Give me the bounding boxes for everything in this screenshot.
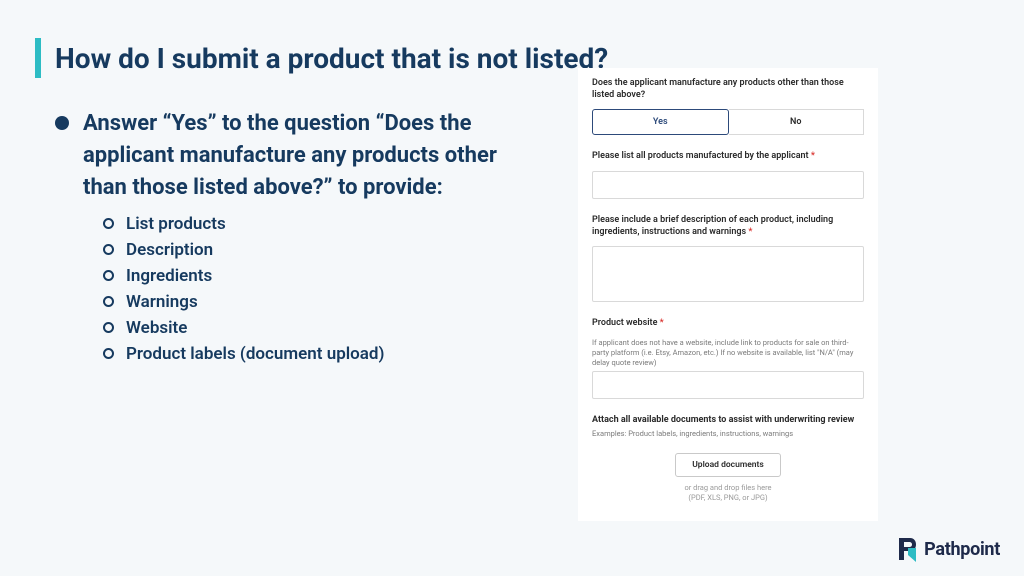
question-label: Does the applicant manufacture any produ… <box>592 78 864 101</box>
content-left: Answer “Yes” to the question “Does the a… <box>55 108 525 370</box>
yes-no-group: Yes No <box>592 109 864 135</box>
sub-item-label: Description <box>126 240 213 260</box>
list-item: Website <box>103 318 525 338</box>
page-title: How do I submit a product that is not li… <box>55 42 608 75</box>
pathpoint-icon <box>896 536 918 562</box>
website-input[interactable] <box>592 371 864 399</box>
bullet-circle-icon <box>103 348 114 359</box>
question-label: Please include a brief description of ea… <box>592 215 864 238</box>
list-item: Ingredients <box>103 266 525 286</box>
helper-text: If applicant does not have a website, in… <box>592 338 864 367</box>
yes-button[interactable]: Yes <box>592 109 729 135</box>
sub-item-label: Warnings <box>126 292 198 312</box>
brand-name: Pathpoint <box>924 539 1000 560</box>
list-item: Description <box>103 240 525 260</box>
main-bullet: Answer “Yes” to the question “Does the a… <box>55 108 525 204</box>
sub-item-label: List products <box>126 214 226 234</box>
brand-logo: Pathpoint <box>896 536 1000 562</box>
upload-button[interactable]: Upload documents <box>675 453 781 477</box>
main-bullet-text: Answer “Yes” to the question “Does the a… <box>83 108 525 204</box>
bullet-circle-icon <box>103 218 114 229</box>
attach-examples: Examples: Product labels, ingredients, i… <box>592 429 864 439</box>
bullet-circle-icon <box>103 270 114 281</box>
sub-bullet-list: List products Description Ingredients Wa… <box>103 214 525 364</box>
sub-item-label: Ingredients <box>126 266 212 286</box>
upload-hint: or drag and drop files here <box>592 483 864 493</box>
bullet-circle-icon <box>103 244 114 255</box>
list-item: Product labels (document upload) <box>103 344 525 364</box>
bullet-disc-icon <box>55 116 69 130</box>
title-block: How do I submit a product that is not li… <box>35 38 608 78</box>
question-label: Product website <box>592 318 864 330</box>
upload-zone[interactable]: Upload documents or drag and drop files … <box>592 443 864 507</box>
question-label: Please list all products manufactured by… <box>592 151 864 163</box>
bullet-circle-icon <box>103 296 114 307</box>
list-item: List products <box>103 214 525 234</box>
description-textarea[interactable] <box>592 246 864 302</box>
attach-heading: Attach all available documents to assist… <box>592 415 864 425</box>
bullet-circle-icon <box>103 322 114 333</box>
title-accent-bar <box>35 38 41 78</box>
list-item: Warnings <box>103 292 525 312</box>
sub-item-label: Product labels (document upload) <box>126 344 384 364</box>
sub-item-label: Website <box>126 318 187 338</box>
form-screenshot: Does the applicant manufacture any produ… <box>578 68 878 521</box>
upload-formats: (PDF, XLS, PNG, or JPG) <box>592 493 864 503</box>
no-button[interactable]: No <box>729 109 865 135</box>
products-input[interactable] <box>592 171 864 199</box>
